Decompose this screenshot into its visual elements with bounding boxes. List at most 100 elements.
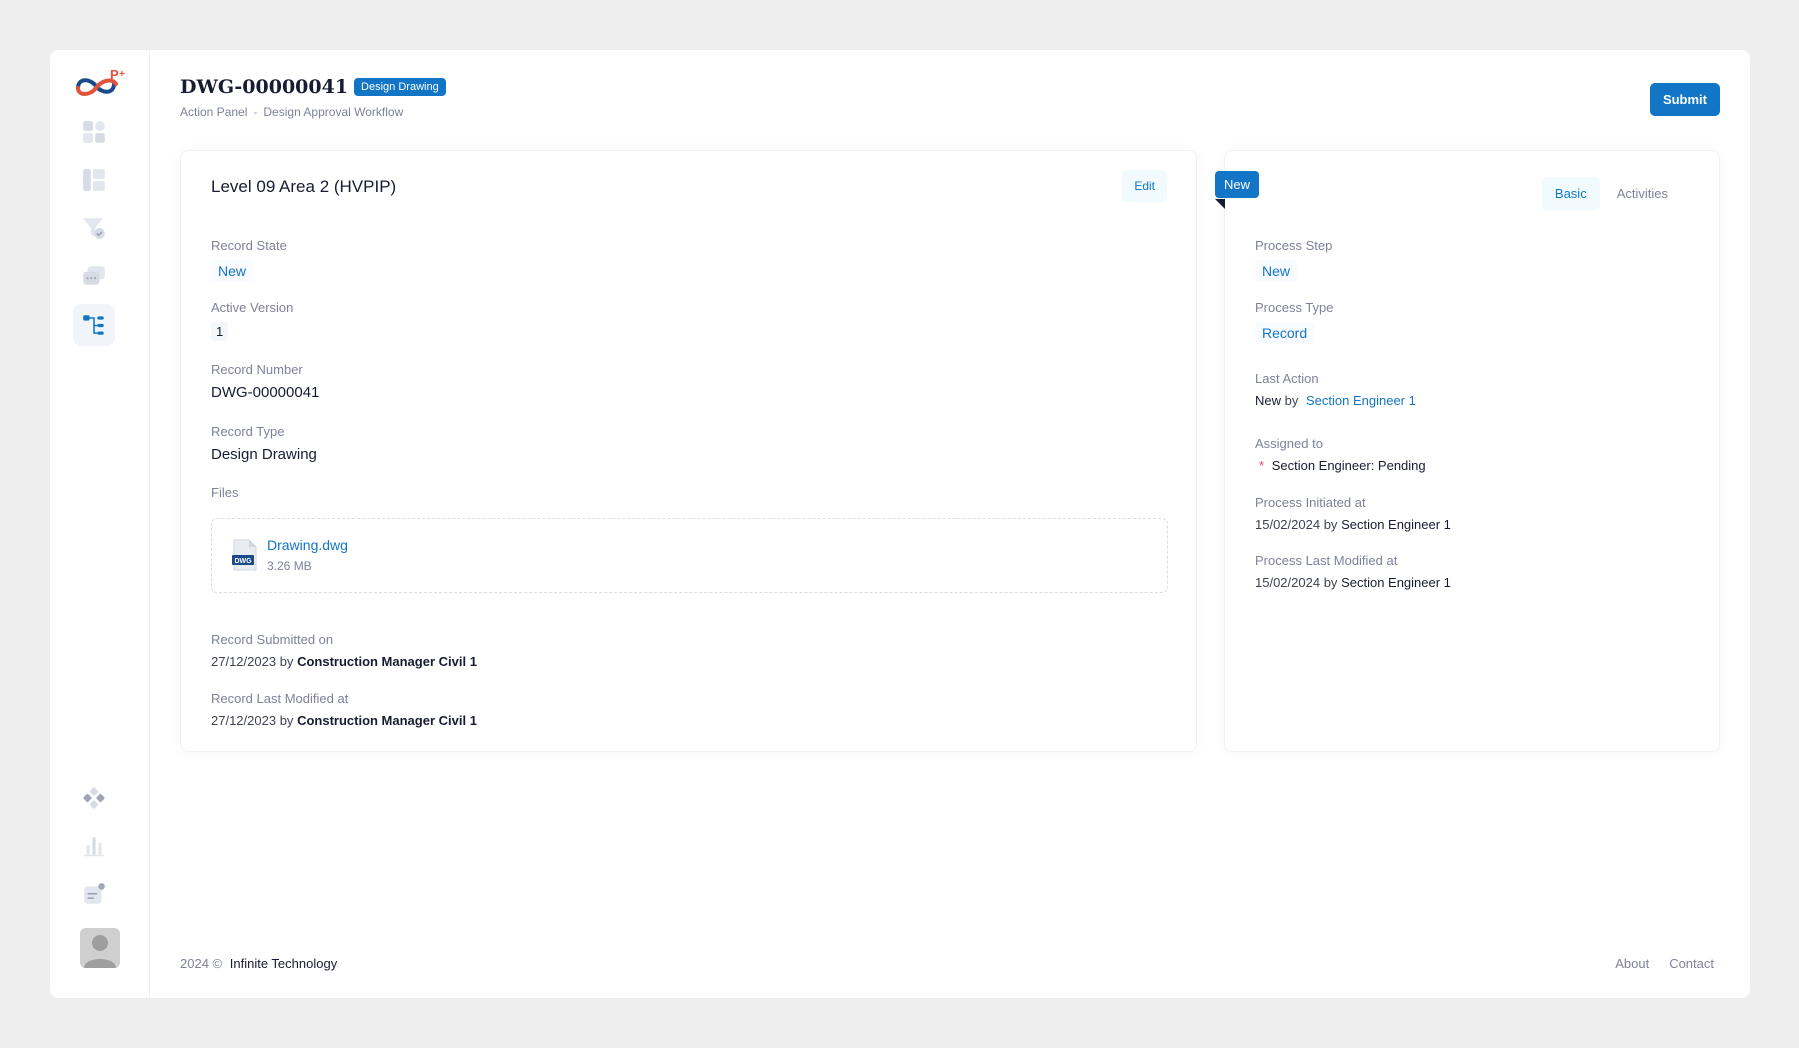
record-type-field: Record Type Design Drawing xyxy=(211,424,317,463)
process-tabs: Basic Activities xyxy=(1541,177,1681,210)
layout-icon xyxy=(83,169,105,191)
process-status-ribbon: New xyxy=(1215,171,1260,198)
process-modified-by-user: Section Engineer 1 xyxy=(1341,575,1451,590)
user-avatar-icon xyxy=(80,928,120,968)
last-action-value: New by Section Engineer 1 xyxy=(1255,393,1416,408)
file-icon-label: DWG xyxy=(234,558,252,565)
modified-by-word: by xyxy=(279,713,294,728)
chat-icon xyxy=(83,266,105,285)
assigned-to-text: Section Engineer: Pending xyxy=(1271,458,1426,473)
record-modified-label: Record Last Modified at xyxy=(211,691,349,706)
modified-by-user: Construction Manager Civil 1 xyxy=(297,713,477,728)
initiated-by-word: by xyxy=(1323,517,1338,532)
record-type-label: Record Type xyxy=(211,424,285,439)
process-type-label: Process Type xyxy=(1255,300,1334,315)
process-modified-label: Process Last Modified at xyxy=(1255,553,1398,568)
dashboard-icon xyxy=(83,121,105,143)
process-type-chip: Record xyxy=(1255,322,1315,344)
record-modified-value: 27/12/2023 by Construction Manager Civil… xyxy=(211,713,477,728)
page-title: DWG-00000041 xyxy=(180,76,349,98)
tab-activities[interactable]: Activities xyxy=(1604,177,1681,210)
filter-check-icon xyxy=(83,218,105,239)
file-name-link[interactable]: Drawing.dwg xyxy=(267,537,348,553)
sidebar-item-filter-check[interactable] xyxy=(73,207,115,249)
footer-links: About Contact xyxy=(1615,956,1714,971)
edit-button[interactable]: Edit xyxy=(1122,170,1167,202)
submit-button[interactable]: Submit xyxy=(1649,83,1720,116)
record-type-value: Design Drawing xyxy=(211,446,317,463)
page-header: DWG-00000041 Design Drawing xyxy=(180,76,446,98)
footer-link-contact[interactable]: Contact xyxy=(1669,956,1714,971)
sidebar-item-chat[interactable] xyxy=(73,255,115,297)
dwg-file-icon: DWG xyxy=(232,539,257,571)
sidebar: P + xyxy=(50,50,150,998)
tab-basic[interactable]: Basic xyxy=(1541,177,1600,210)
process-modified-value: 15/02/2024 by Section Engineer 1 xyxy=(1255,575,1451,590)
record-modified-field: Record Last Modified at 27/12/2023 by Co… xyxy=(211,691,477,728)
assigned-to-value: * Section Engineer: Pending xyxy=(1255,458,1426,473)
footer-copyright: 2024 © Infinite Technology xyxy=(180,956,337,971)
svg-text:+: + xyxy=(119,69,125,80)
svg-text:P: P xyxy=(110,67,119,82)
apps-icon xyxy=(83,787,105,809)
record-submitted-label: Record Submitted on xyxy=(211,632,334,647)
submitted-by-user: Construction Manager Civil 1 xyxy=(297,654,477,669)
breadcrumb: Action Panel - Design Approval Workflow xyxy=(180,105,403,119)
process-initiated-label: Process Initiated at xyxy=(1255,495,1366,510)
submitted-by-word: by xyxy=(279,654,294,669)
workflow-tree-icon xyxy=(83,315,104,335)
footer-year: 2024 © xyxy=(180,956,223,971)
last-action-by-word: by xyxy=(1284,393,1299,408)
record-title: Level 09 Area 2 (HVPIP) xyxy=(211,177,397,196)
footer-link-about[interactable]: About xyxy=(1615,956,1649,971)
sidebar-item-reports[interactable] xyxy=(73,825,115,867)
app-window: P + DWG-00000041 Design Drawing Action P… xyxy=(50,50,1750,998)
sidebar-item-notifications[interactable] xyxy=(73,873,115,915)
process-modified-date: 15/02/2024 xyxy=(1255,575,1321,590)
files-list: DWG Drawing.dwg 3.26 MB xyxy=(211,518,1168,593)
process-modified-field: Process Last Modified at 15/02/2024 by S… xyxy=(1255,553,1451,590)
ribbon-fold xyxy=(1215,199,1225,209)
sidebar-item-apps[interactable] xyxy=(73,777,115,819)
process-type-field: Process Type Record xyxy=(1255,300,1334,344)
last-action-name: New xyxy=(1255,393,1282,408)
last-action-user-link[interactable]: Section Engineer 1 xyxy=(1306,393,1416,408)
breadcrumb-separator: - xyxy=(253,105,258,119)
sidebar-item-layout[interactable] xyxy=(73,159,115,201)
sidebar-item-workflow[interactable] xyxy=(73,304,115,346)
record-number-field: Record Number DWG-00000041 xyxy=(211,362,319,401)
footer-brand-link[interactable]: Infinite Technology xyxy=(230,956,337,971)
user-avatar[interactable] xyxy=(80,928,120,968)
record-state-field: Record State New xyxy=(211,238,287,282)
main-content: DWG-00000041 Design Drawing Action Panel… xyxy=(150,50,1750,998)
active-version-label: Active Version xyxy=(211,300,294,315)
process-details-card: New Basic Activities Process Step New Pr… xyxy=(1215,150,1720,752)
record-number-value: DWG-00000041 xyxy=(211,384,320,401)
record-submitted-field: Record Submitted on 27/12/2023 by Constr… xyxy=(211,632,477,669)
process-initiated-field: Process Initiated at 15/02/2024 by Secti… xyxy=(1255,495,1451,532)
breadcrumb-item-action-panel[interactable]: Action Panel xyxy=(180,105,247,119)
record-submitted-value: 27/12/2023 by Construction Manager Civil… xyxy=(211,654,477,669)
files-field: Files xyxy=(211,485,238,507)
last-action-field: Last Action New by Section Engineer 1 xyxy=(1255,371,1416,408)
process-step-chip: New xyxy=(1255,260,1298,282)
files-label: Files xyxy=(211,485,239,500)
modified-date: 27/12/2023 xyxy=(211,713,277,728)
record-number-label: Record Number xyxy=(211,362,303,377)
notification-icon xyxy=(84,883,105,904)
initiated-date: 15/02/2024 xyxy=(1255,517,1321,532)
submitted-date: 27/12/2023 xyxy=(211,654,277,669)
assigned-to-label: Assigned to xyxy=(1255,436,1323,451)
last-action-label: Last Action xyxy=(1255,371,1319,386)
required-marker: * xyxy=(1259,458,1265,473)
process-step-field: Process Step New xyxy=(1255,238,1332,282)
record-details-card: Level 09 Area 2 (HVPIP) Edit Record Stat… xyxy=(180,150,1197,752)
breadcrumb-item-workflow: Design Approval Workflow xyxy=(263,105,404,119)
assigned-to-field: Assigned to * Section Engineer: Pending xyxy=(1255,436,1426,473)
logo-icon[interactable]: P + xyxy=(72,66,128,100)
process-initiated-value: 15/02/2024 by Section Engineer 1 xyxy=(1255,517,1451,532)
initiated-by-user: Section Engineer 1 xyxy=(1341,517,1451,532)
active-version-field: Active Version 1 xyxy=(211,300,293,341)
sidebar-item-dashboard[interactable] xyxy=(73,111,115,153)
active-version-value: 1 xyxy=(211,322,229,341)
